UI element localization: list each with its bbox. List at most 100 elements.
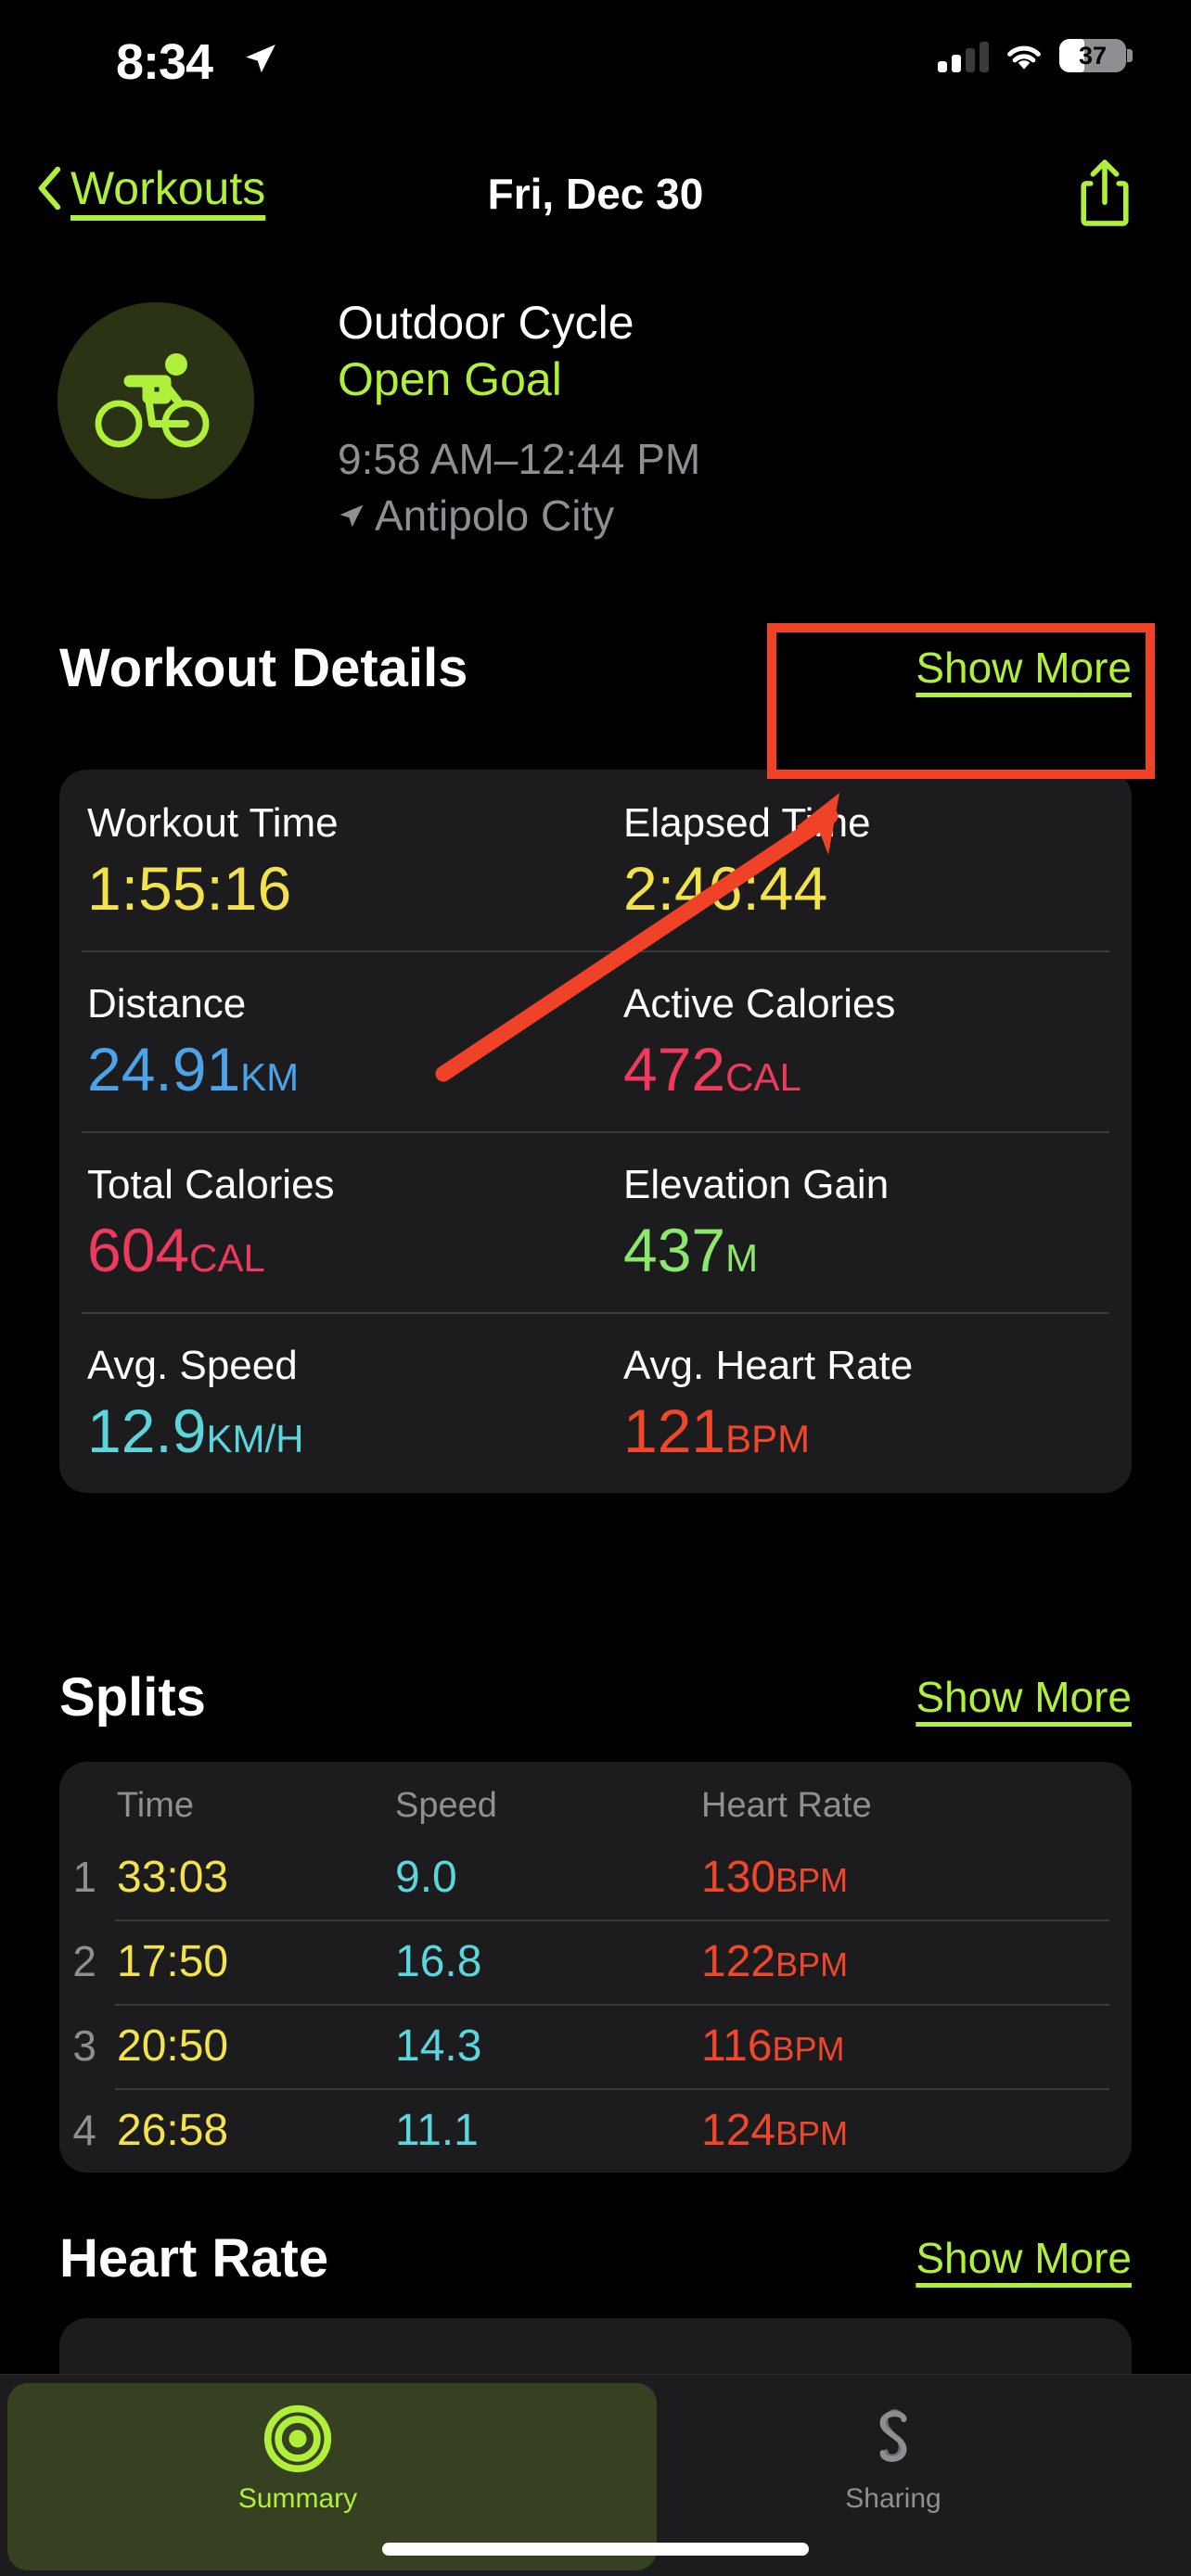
- heart-rate-show-more-button[interactable]: Show More: [916, 2233, 1132, 2283]
- metric-row: Distance 24.91KM Active Calories 472CAL: [59, 950, 1132, 1131]
- metric-label: Avg. Speed: [87, 1342, 298, 1388]
- activity-icon-badge: [58, 302, 254, 499]
- metric-unit: CAL: [189, 1236, 265, 1281]
- metric-row: Avg. Speed 12.9KM/H Avg. Heart Rate 121BPM: [59, 1311, 1132, 1493]
- split-speed: 14.3: [395, 2021, 482, 2071]
- heart-rate-title: Heart Rate: [59, 2227, 329, 2289]
- metric-label: Active Calories: [623, 980, 896, 1027]
- split-heart-rate: 130BPM: [701, 1853, 849, 1902]
- battery-percent-label: 37: [1078, 41, 1108, 70]
- tab-sharing[interactable]: Sharing: [596, 2391, 1191, 2528]
- workout-details-card: Workout Time 1:55:16 Elapsed Time 2:46:44 Di…: [59, 770, 1132, 1493]
- metric-unit: CAL: [725, 1055, 801, 1100]
- metric-cell: Active Calories 472CAL: [596, 950, 1132, 1131]
- split-heart-rate: 122BPM: [701, 1937, 849, 1986]
- split-index: 2: [72, 1937, 96, 1985]
- tab-summary-label: Summary: [237, 2483, 358, 2514]
- splits-table-header: Time Speed Heart Rate: [59, 1762, 1132, 1835]
- tab-sharing-label: Sharing: [845, 2483, 941, 2514]
- status-bar-indicators: 37: [938, 39, 1133, 72]
- splits-column-time: Time: [117, 1786, 195, 1825]
- metric-label: Elapsed Time: [623, 800, 871, 846]
- metric-value: 604CAL: [87, 1216, 265, 1285]
- workout-details-header: Workout Details Show More: [0, 631, 1191, 705]
- workout-summary-text: Outdoor Cycle Open Goal 9:58 AM–12:44 PM…: [338, 295, 700, 542]
- metric-value: 24.91KM: [87, 1035, 300, 1104]
- metric-label: Elevation Gain: [623, 1161, 890, 1207]
- metric-label: Total Calories: [87, 1161, 335, 1207]
- splits-card: Time Speed Heart Rate 1 33:03 9.0 130BPM 2 17:50…: [59, 1762, 1132, 2173]
- home-indicator: [382, 2543, 809, 2556]
- metric-cell: Distance 24.91KM: [59, 950, 596, 1131]
- wifi-icon: [1007, 45, 1041, 70]
- metric-unit: KM: [240, 1055, 300, 1100]
- table-row: 4 26:58 11.1 124BPM: [59, 2088, 1132, 2173]
- location-arrow-icon: [339, 504, 364, 528]
- metric-unit: KM/H: [206, 1417, 304, 1461]
- splits-show-more-button[interactable]: Show More: [916, 1672, 1132, 1722]
- split-speed: 11.1: [395, 2106, 479, 2155]
- metric-cell: Elevation Gain 437M: [596, 1131, 1132, 1312]
- navigation-bar: Workouts Fri, Dec 30: [0, 148, 1191, 250]
- metric-cell: Workout Time 1:55:16: [59, 770, 596, 950]
- table-row: 1 33:03 9.0 130BPM: [59, 1835, 1132, 1919]
- splits-column-heart-rate: Heart Rate: [701, 1786, 872, 1825]
- page-title: Fri, Dec 30: [487, 170, 704, 218]
- activity-rings-icon: [263, 2404, 332, 2473]
- metric-row: Workout Time 1:55:16 Elapsed Time 2:46:44: [59, 770, 1132, 950]
- metric-label: Distance: [87, 980, 247, 1027]
- metric-value: 12.9KM/H: [87, 1396, 304, 1466]
- location-arrow-icon: [246, 45, 275, 73]
- table-row: 2 17:50 16.8 122BPM: [59, 1919, 1132, 2004]
- workout-time-range: 9:58 AM–12:44 PM: [338, 435, 701, 483]
- split-heart-rate: 116BPM: [701, 2021, 845, 2071]
- metric-value: 472CAL: [623, 1035, 801, 1104]
- workout-details-show-more-button[interactable]: Show More: [916, 643, 1132, 693]
- metric-label: Workout Time: [87, 800, 339, 846]
- metric-value: 2:46:44: [623, 854, 828, 924]
- workout-location: Antipolo City: [338, 491, 700, 542]
- split-heart-rate-unit: BPM: [775, 1945, 849, 1983]
- metric-unit: BPM: [725, 1417, 811, 1461]
- split-speed: 9.0: [395, 1853, 457, 1902]
- status-bar-time: 8:34: [116, 34, 213, 90]
- split-time: 20:50: [117, 2021, 229, 2071]
- tab-summary[interactable]: Summary: [0, 2391, 596, 2528]
- metric-value: 1:55:16: [87, 854, 292, 924]
- split-heart-rate: 124BPM: [701, 2106, 849, 2155]
- metric-cell: Avg. Heart Rate 121BPM: [596, 1312, 1132, 1493]
- table-row: 3 20:50 14.3 116BPM: [59, 2004, 1132, 2088]
- split-time: 17:50: [117, 1937, 229, 1986]
- split-heart-rate-unit: BPM: [772, 2030, 845, 2068]
- metric-label: Avg. Heart Rate: [623, 1342, 914, 1388]
- phone-screen: 8:34 37 Workouts Fri, Dec 30 Outdoor Cyc…: [0, 0, 1191, 2576]
- metric-value: 121BPM: [623, 1396, 811, 1466]
- workout-header: Outdoor Cycle Open Goal 9:58 AM–12:44 PM…: [0, 295, 1191, 540]
- battery-icon: 37: [1059, 39, 1133, 72]
- share-icon[interactable]: [1076, 158, 1133, 228]
- splits-title: Splits: [59, 1666, 206, 1728]
- split-index: 3: [72, 2021, 96, 2070]
- splits-header: Splits Show More: [0, 1660, 1191, 1734]
- status-bar: 8:34 37: [0, 0, 1191, 111]
- cellular-signal-icon: [938, 41, 989, 72]
- splits-column-speed: Speed: [395, 1786, 497, 1825]
- workout-title: Outdoor Cycle: [338, 297, 634, 349]
- workout-details-title: Workout Details: [59, 637, 468, 698]
- heart-rate-header: Heart Rate Show More: [0, 2221, 1191, 2295]
- split-index: 4: [72, 2106, 96, 2154]
- metric-cell: Elapsed Time 2:46:44: [596, 770, 1132, 950]
- metric-cell: Avg. Speed 12.9KM/H: [59, 1312, 596, 1493]
- metric-cell: Total Calories 604CAL: [59, 1131, 596, 1312]
- sharing-icon: [879, 2409, 907, 2462]
- split-speed: 16.8: [395, 1937, 482, 1986]
- cycling-icon: [95, 353, 210, 448]
- metric-row: Total Calories 604CAL Elevation Gain 437M: [59, 1130, 1132, 1312]
- split-heart-rate-unit: BPM: [775, 2114, 849, 2152]
- split-time: 33:03: [117, 1853, 229, 1902]
- tab-bar: Summary Sharing: [0, 2374, 1191, 2576]
- metric-value: 437M: [623, 1216, 759, 1285]
- metric-unit: M: [725, 1236, 759, 1281]
- workout-location-label: Antipolo City: [375, 491, 615, 541]
- split-heart-rate-unit: BPM: [775, 1861, 849, 1899]
